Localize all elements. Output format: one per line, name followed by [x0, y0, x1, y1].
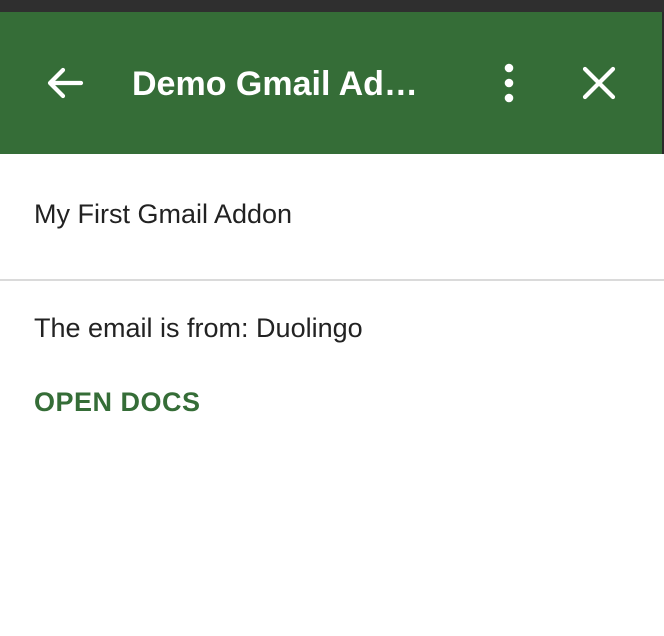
window-top-strip — [0, 0, 664, 12]
more-vert-icon — [504, 63, 514, 103]
card-header-text: My First Gmail Addon — [34, 199, 293, 229]
more-options-button[interactable] — [484, 52, 534, 114]
arrow-left-icon — [47, 67, 84, 99]
open-docs-button[interactable]: OPEN DOCS — [34, 384, 201, 420]
back-button[interactable] — [36, 52, 94, 114]
section-divider — [0, 279, 664, 281]
close-icon — [582, 66, 616, 100]
email-sender-text: The email is from: Duolingo — [34, 313, 363, 343]
addon-title: Demo Gmail Ad… — [132, 65, 418, 103]
close-button[interactable] — [570, 52, 628, 114]
